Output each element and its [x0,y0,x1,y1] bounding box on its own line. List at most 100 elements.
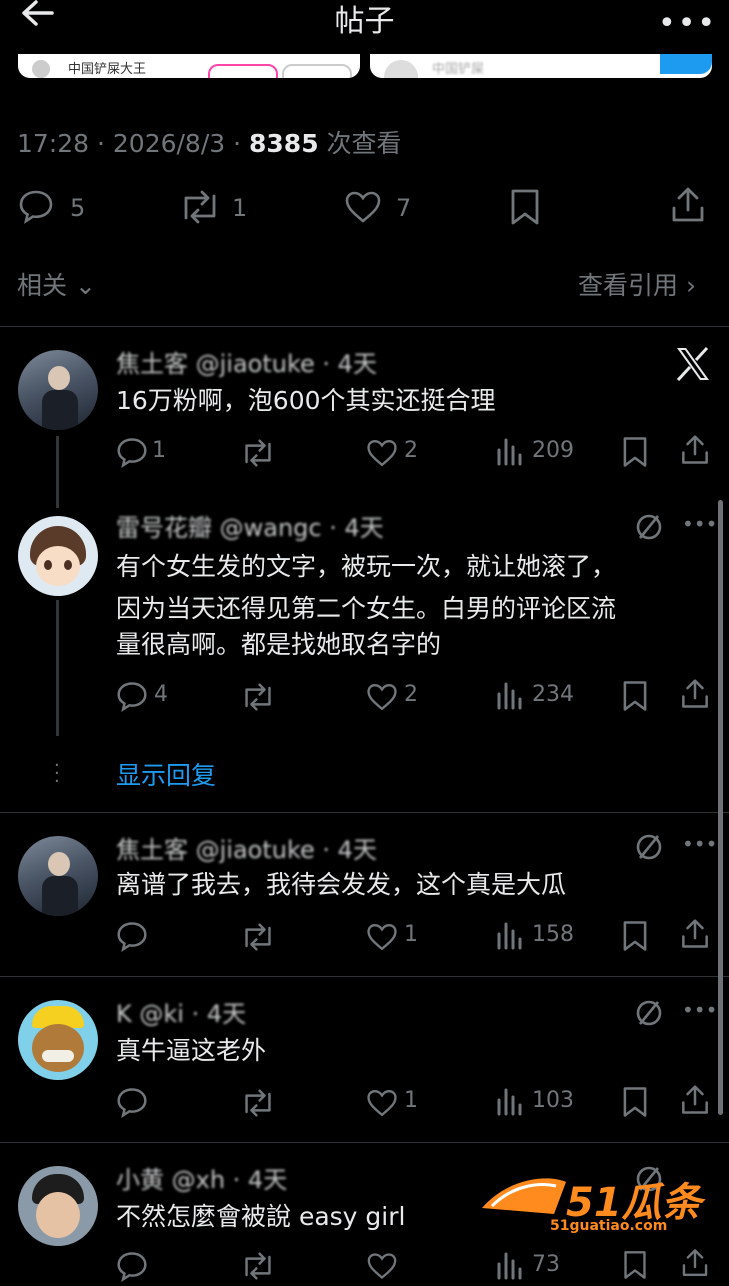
reply-comment-icon[interactable] [116,1250,148,1286]
view-count: 8385 [249,129,319,158]
top-bar: 帖子 ••• [0,0,729,52]
share-icon[interactable] [680,1248,710,1282]
repost-icon[interactable] [240,682,276,716]
reply-comment-icon[interactable] [116,436,148,472]
analytics-icon[interactable] [496,1088,522,1120]
share-icon[interactable] [680,1084,710,1120]
reply-action[interactable] [18,188,54,228]
chevron-down-icon: ⌄ [67,271,96,300]
post-meta: 17:28 · 2026/8/3 · 8385 次查看 [17,124,402,160]
avatar-eye [64,560,72,570]
divider [0,1142,729,1143]
heart-icon[interactable] [366,1252,398,1284]
thread-line [56,436,59,508]
post-time: 17:28 · 2026/8/3 · [17,129,250,158]
watermark-logo: 51瓜条 51guatiao.com [478,1168,710,1236]
analytics-icon[interactable] [496,682,522,714]
share-icon[interactable] [680,918,710,954]
heart-icon[interactable] [366,682,398,716]
avatar-body [42,876,78,916]
repost-action[interactable] [178,190,222,228]
reply-text: 不然怎麼會被說 easy girl [116,1202,406,1231]
share-icon[interactable] [670,186,706,228]
repost-icon[interactable] [240,1088,276,1122]
bookmark-icon[interactable] [622,680,648,716]
view-count: 103 [532,1088,574,1113]
reply-comment-icon[interactable] [116,680,148,716]
view-quotes-link[interactable]: 查看引用 › [578,266,696,302]
reply-comment-icon[interactable] [116,1086,148,1122]
card-name: 中国铲屎 [432,62,485,77]
like-count: 2 [404,682,418,707]
analytics-icon[interactable] [496,438,522,470]
mute-icon[interactable] [634,512,664,546]
quotes-label: 查看引用 [578,271,679,300]
more-options-icon[interactable]: ••• [682,512,717,536]
more-options-icon[interactable]: ••• [682,832,717,856]
bookmark-icon[interactable] [622,920,648,956]
bookmark-icon[interactable] [622,436,648,472]
like-action[interactable] [344,190,382,228]
card-button [208,64,278,78]
bookmark-icon[interactable] [622,1086,648,1122]
view-count: 158 [532,922,574,947]
divider [0,976,729,977]
avatar[interactable] [18,836,98,916]
repost-icon [184,190,216,224]
heart-icon[interactable] [366,438,398,472]
reply-author[interactable]: 焦土客 @jiaotuke · 4天 [116,830,377,865]
avatar-face [36,1192,80,1238]
reply-author[interactable]: 焦土客 @jiaotuke · 4天 [116,344,377,379]
show-replies-link[interactable]: 显示回复 [116,756,216,792]
card-avatar [32,60,50,78]
view-count: 209 [532,438,574,463]
like-count: 1 [404,922,418,947]
bookmark-icon[interactable] [510,188,540,230]
analytics-icon[interactable] [496,922,522,954]
avatar-face [32,1024,84,1072]
mute-icon[interactable] [634,832,664,866]
reply-author[interactable]: 小黄 @xh · 4天 [116,1160,287,1195]
avatar[interactable] [18,1000,98,1080]
avatar[interactable] [18,516,98,596]
card-name: 中国铲屎大王 [68,62,147,77]
page-title: 帖子 [334,4,395,39]
avatar[interactable] [18,1166,98,1246]
bookmark-icon[interactable] [622,1250,648,1284]
mute-icon[interactable] [634,998,664,1032]
related-label: 相关 [17,271,68,300]
reply-count: 5 [70,194,86,222]
avatar-face [48,366,70,390]
analytics-icon[interactable] [496,1252,522,1284]
reply-text-line: 量很高啊。都是找她取名字的 [116,630,442,659]
repost-icon[interactable] [240,1252,276,1284]
repost-icon[interactable] [240,438,276,472]
scrollbar[interactable] [718,500,723,1115]
card-avatar [384,60,418,78]
related-dropdown[interactable]: 相关 ⌄ [17,266,96,302]
quoted-card-left[interactable]: 中国铲屎大王 [18,54,360,78]
view-suffix: 次查看 [318,129,402,158]
avatar-face [48,852,70,876]
reply-comment-icon[interactable] [116,920,148,956]
quoted-card-right[interactable]: 中国铲屎 [370,54,712,78]
card-badge [660,54,712,74]
comment-count: 4 [154,682,168,707]
heart-icon[interactable] [366,922,398,956]
heart-icon[interactable] [366,1088,398,1122]
chevron-right-icon: › [678,271,696,300]
like-count: 2 [404,438,418,463]
reply-text: 真牛逼这老外 [116,1036,267,1065]
reply-author[interactable]: 雷号花瓣 @wangc · 4天 [116,508,384,543]
more-dots-icon: · · · [54,755,60,792]
avatar[interactable] [18,350,98,430]
more-options-icon[interactable]: ••• [682,998,717,1022]
share-icon[interactable] [680,678,710,714]
share-icon[interactable] [680,434,710,470]
reply-author[interactable]: K @ki · 4天 [116,994,246,1029]
repost-icon[interactable] [240,922,276,956]
like-count: 7 [396,194,412,222]
view-count: 73 [532,1252,560,1277]
more-options-icon[interactable]: ••• [658,6,717,41]
view-count: 234 [532,682,574,707]
